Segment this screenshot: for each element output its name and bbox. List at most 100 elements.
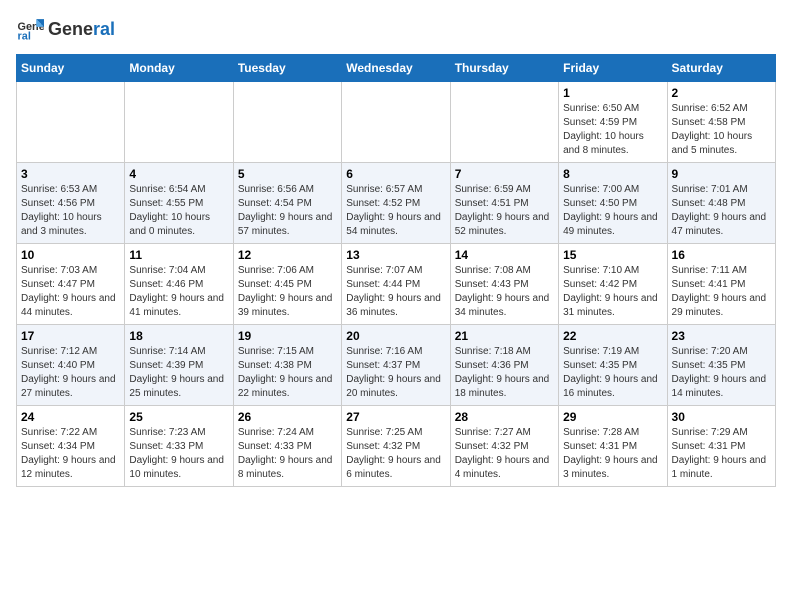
col-header-saturday: Saturday — [667, 55, 775, 82]
calendar-cell: 21 Sunrise: 7:18 AM Sunset: 4:36 PM Dayli… — [450, 325, 558, 406]
day-info: Sunrise: 6:53 AM Sunset: 4:56 PM Dayligh… — [21, 183, 120, 239]
day-info: Sunrise: 7:16 AM Sunset: 4:37 PM Dayligh… — [346, 345, 445, 401]
logo-icon: Gene ral — [16, 16, 44, 44]
day-info: Sunrise: 7:19 AM Sunset: 4:35 PM Dayligh… — [563, 345, 662, 401]
day-info: Sunrise: 7:15 AM Sunset: 4:38 PM Dayligh… — [238, 345, 337, 401]
calendar-cell: 6Sunrise: 6:57 AM Sunset: 4:52 PM Daylig… — [342, 163, 450, 244]
day-number: 30 — [672, 410, 771, 424]
calendar-week-4: 17 Sunrise: 7:12 AM Sunset: 4:40 PM Dayli… — [17, 325, 776, 406]
day-number: 29 — [563, 410, 662, 424]
day-number: 16 — [672, 248, 771, 262]
calendar-cell — [125, 82, 233, 163]
day-number: 20 — [346, 329, 445, 343]
calendar-cell — [450, 82, 558, 163]
calendar-cell: 1 Sunrise: 6:50 AM Sunset: 4:59 PM Daylig… — [559, 82, 667, 163]
day-number: 5 — [238, 167, 337, 181]
day-info: Sunrise: 7:12 AM Sunset: 4:40 PM Dayligh… — [21, 345, 120, 401]
calendar-cell: 20 Sunrise: 7:16 AM Sunset: 4:37 PM Dayli… — [342, 325, 450, 406]
day-number: 18 — [129, 329, 228, 343]
day-number: 1 — [563, 86, 662, 100]
logo: Gene ral General — [16, 16, 115, 44]
day-info: Sunrise: 7:18 AM Sunset: 4:36 PM Dayligh… — [455, 345, 554, 401]
calendar-cell: 18 Sunrise: 7:14 AM Sunset: 4:39 PM Dayli… — [125, 325, 233, 406]
day-number: 17 — [21, 329, 120, 343]
col-header-friday: Friday — [559, 55, 667, 82]
calendar-cell — [233, 82, 341, 163]
day-info: Sunrise: 7:22 AM Sunset: 4:34 PM Dayligh… — [21, 426, 120, 482]
calendar-cell: 7 Sunrise: 6:59 AM Sunset: 4:51 PM Daylig… — [450, 163, 558, 244]
day-info: Sunrise: 7:28 AM Sunset: 4:31 PM Dayligh… — [563, 426, 662, 482]
calendar-cell: 30 Sunrise: 7:29 AM Sunset: 4:31 PM Dayli… — [667, 406, 775, 487]
calendar-cell: 2 Sunrise: 6:52 AM Sunset: 4:58 PM Daylig… — [667, 82, 775, 163]
day-info: Sunrise: 7:29 AM Sunset: 4:31 PM Dayligh… — [672, 426, 771, 482]
day-number: 12 — [238, 248, 337, 262]
day-number: 25 — [129, 410, 228, 424]
calendar-cell: 24 Sunrise: 7:22 AM Sunset: 4:34 PM Dayli… — [17, 406, 125, 487]
calendar-week-2: 3 Sunrise: 6:53 AM Sunset: 4:56 PM Daylig… — [17, 163, 776, 244]
day-number: 27 — [346, 410, 445, 424]
calendar-week-1: 1 Sunrise: 6:50 AM Sunset: 4:59 PM Daylig… — [17, 82, 776, 163]
col-header-monday: Monday — [125, 55, 233, 82]
logo-text-line1: General — [48, 20, 115, 40]
day-info: Sunrise: 7:11 AM Sunset: 4:41 PM Dayligh… — [672, 264, 771, 320]
calendar-header-row: SundayMondayTuesdayWednesdayThursdayFrid… — [17, 55, 776, 82]
calendar-cell: 9Sunrise: 7:01 AM Sunset: 4:48 PM Daylig… — [667, 163, 775, 244]
day-number: 9 — [672, 167, 771, 181]
calendar-cell: 28 Sunrise: 7:27 AM Sunset: 4:32 PM Dayli… — [450, 406, 558, 487]
day-info: Sunrise: 7:20 AM Sunset: 4:35 PM Dayligh… — [672, 345, 771, 401]
calendar-cell: 26Sunrise: 7:24 AM Sunset: 4:33 PM Dayli… — [233, 406, 341, 487]
page-header: Gene ral General — [16, 16, 776, 44]
day-info: Sunrise: 7:00 AM Sunset: 4:50 PM Dayligh… — [563, 183, 662, 239]
day-number: 13 — [346, 248, 445, 262]
day-number: 10 — [21, 248, 120, 262]
day-number: 26 — [238, 410, 337, 424]
day-number: 21 — [455, 329, 554, 343]
day-info: Sunrise: 7:25 AM Sunset: 4:32 PM Dayligh… — [346, 426, 445, 482]
calendar-cell: 4Sunrise: 6:54 AM Sunset: 4:55 PM Daylig… — [125, 163, 233, 244]
calendar-cell: 11Sunrise: 7:04 AM Sunset: 4:46 PM Dayli… — [125, 244, 233, 325]
calendar-cell: 29 Sunrise: 7:28 AM Sunset: 4:31 PM Dayli… — [559, 406, 667, 487]
day-info: Sunrise: 7:04 AM Sunset: 4:46 PM Dayligh… — [129, 264, 228, 320]
calendar-cell: 10 Sunrise: 7:03 AM Sunset: 4:47 PM Dayli… — [17, 244, 125, 325]
col-header-tuesday: Tuesday — [233, 55, 341, 82]
calendar-cell: 14 Sunrise: 7:08 AM Sunset: 4:43 PM Dayli… — [450, 244, 558, 325]
calendar-table: SundayMondayTuesdayWednesdayThursdayFrid… — [16, 54, 776, 487]
calendar-week-5: 24 Sunrise: 7:22 AM Sunset: 4:34 PM Dayli… — [17, 406, 776, 487]
day-number: 24 — [21, 410, 120, 424]
day-info: Sunrise: 7:14 AM Sunset: 4:39 PM Dayligh… — [129, 345, 228, 401]
calendar-cell: 19Sunrise: 7:15 AM Sunset: 4:38 PM Dayli… — [233, 325, 341, 406]
day-info: Sunrise: 7:08 AM Sunset: 4:43 PM Dayligh… — [455, 264, 554, 320]
day-number: 3 — [21, 167, 120, 181]
day-info: Sunrise: 6:52 AM Sunset: 4:58 PM Dayligh… — [672, 102, 771, 158]
day-number: 8 — [563, 167, 662, 181]
calendar-body: 1 Sunrise: 6:50 AM Sunset: 4:59 PM Daylig… — [17, 82, 776, 487]
day-info: Sunrise: 7:03 AM Sunset: 4:47 PM Dayligh… — [21, 264, 120, 320]
calendar-cell: 8 Sunrise: 7:00 AM Sunset: 4:50 PM Daylig… — [559, 163, 667, 244]
calendar-cell: 13 Sunrise: 7:07 AM Sunset: 4:44 PM Dayli… — [342, 244, 450, 325]
day-info: Sunrise: 7:27 AM Sunset: 4:32 PM Dayligh… — [455, 426, 554, 482]
day-number: 28 — [455, 410, 554, 424]
day-info: Sunrise: 6:50 AM Sunset: 4:59 PM Dayligh… — [563, 102, 662, 158]
day-number: 22 — [563, 329, 662, 343]
calendar-cell — [342, 82, 450, 163]
calendar-cell: 15Sunrise: 7:10 AM Sunset: 4:42 PM Dayli… — [559, 244, 667, 325]
day-info: Sunrise: 6:56 AM Sunset: 4:54 PM Dayligh… — [238, 183, 337, 239]
col-header-sunday: Sunday — [17, 55, 125, 82]
day-info: Sunrise: 7:23 AM Sunset: 4:33 PM Dayligh… — [129, 426, 228, 482]
day-number: 2 — [672, 86, 771, 100]
day-number: 6 — [346, 167, 445, 181]
day-number: 14 — [455, 248, 554, 262]
day-number: 7 — [455, 167, 554, 181]
calendar-cell: 22 Sunrise: 7:19 AM Sunset: 4:35 PM Dayli… — [559, 325, 667, 406]
calendar-cell — [17, 82, 125, 163]
calendar-cell: 12Sunrise: 7:06 AM Sunset: 4:45 PM Dayli… — [233, 244, 341, 325]
day-info: Sunrise: 6:59 AM Sunset: 4:51 PM Dayligh… — [455, 183, 554, 239]
day-info: Sunrise: 7:07 AM Sunset: 4:44 PM Dayligh… — [346, 264, 445, 320]
calendar-cell: 3 Sunrise: 6:53 AM Sunset: 4:56 PM Daylig… — [17, 163, 125, 244]
calendar-cell: 5 Sunrise: 6:56 AM Sunset: 4:54 PM Daylig… — [233, 163, 341, 244]
day-number: 15 — [563, 248, 662, 262]
calendar-cell: 16 Sunrise: 7:11 AM Sunset: 4:41 PM Dayli… — [667, 244, 775, 325]
calendar-cell: 27 Sunrise: 7:25 AM Sunset: 4:32 PM Dayli… — [342, 406, 450, 487]
day-info: Sunrise: 6:54 AM Sunset: 4:55 PM Dayligh… — [129, 183, 228, 239]
svg-text:ral: ral — [18, 30, 31, 42]
